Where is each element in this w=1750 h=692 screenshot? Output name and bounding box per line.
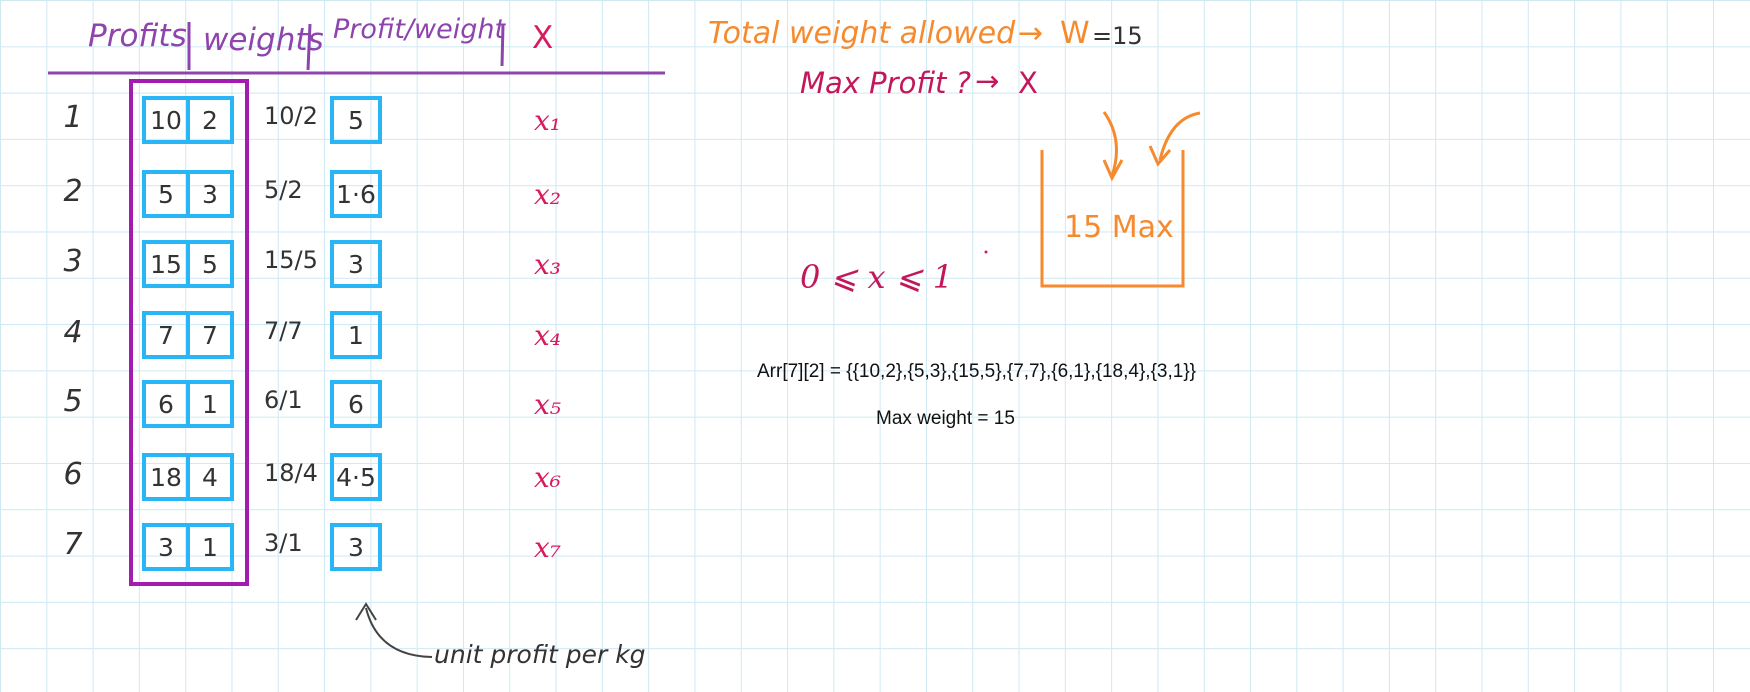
max-weight-note: Max weight = 15: [876, 408, 1015, 429]
x-variable: x₅: [534, 388, 562, 421]
constraint: 0 ⩽ x ⩽ 1: [800, 258, 954, 296]
weight-cell: 5: [186, 240, 234, 288]
diagram-lines: [48, 22, 1201, 658]
ratio-cell: 4·5: [330, 453, 382, 501]
row-index: 6: [63, 457, 83, 492]
max-profit-label: Max Profit ?: [800, 66, 972, 100]
x-variable: x₁: [534, 104, 562, 137]
profit-cell: 15: [142, 240, 190, 288]
total-weight-arrow: →: [1018, 16, 1044, 51]
ratio-fraction: 5/2: [264, 176, 303, 204]
ratio-fraction: 18/4: [264, 459, 318, 487]
unit-profit-arrow: [365, 607, 433, 658]
row-index: 4: [63, 315, 83, 350]
ratio-cell: 1: [330, 311, 382, 359]
row-index: 7: [63, 527, 83, 562]
x-variable: x₇: [534, 531, 562, 564]
weight-cell: 3: [186, 170, 234, 218]
ratio-fraction: 15/5: [264, 246, 318, 274]
ratio-cell: 6: [330, 380, 382, 428]
weight-cell: 7: [186, 311, 234, 359]
row-index: 2: [63, 174, 83, 209]
row-index: 1: [63, 100, 83, 135]
x-variable: x₂: [534, 178, 562, 211]
profit-cell: 5: [142, 170, 190, 218]
w-symbol: W: [1060, 16, 1090, 51]
x-variable: x₃: [534, 248, 562, 281]
ratio-cell: 3: [330, 523, 382, 571]
x-variable: x₄: [534, 319, 562, 352]
bag-label: 15 Max: [1064, 210, 1174, 245]
profit-cell: 10: [142, 96, 190, 144]
ratio-fraction: 7/7: [264, 317, 303, 345]
ratio-cell: 1·6: [330, 170, 382, 218]
ratio-fraction: 6/1: [264, 386, 303, 414]
row-index: 5: [63, 384, 83, 419]
array-definition: Arr[7][2] = {{10,2},{5,3},{15,5},{7,7},{…: [757, 361, 1197, 382]
ratio-fraction: 3/1: [264, 529, 303, 557]
unit-profit-note: unit profit per kg: [434, 640, 646, 669]
w-value: =15: [1092, 22, 1143, 50]
ratio-fraction: 10/2: [264, 102, 318, 130]
row-index: 3: [63, 244, 83, 279]
max-profit-x: X: [1018, 66, 1038, 100]
profit-cell: 18: [142, 453, 190, 501]
stray-dot: [984, 250, 988, 254]
header-separator: [500, 23, 505, 67]
x-variable: x₆: [534, 461, 562, 494]
weight-cell: 4: [186, 453, 234, 501]
weight-cell: 2: [186, 96, 234, 144]
weight-cell: 1: [186, 380, 234, 428]
header-separator: [306, 23, 312, 71]
weight-cell: 1: [186, 523, 234, 571]
max-profit-arrow: →: [975, 64, 1000, 98]
ratio-cell: 3: [330, 240, 382, 288]
profit-cell: 6: [142, 380, 190, 428]
ratio-cell: 5: [330, 96, 382, 144]
total-weight-label: Total weight allowed: [708, 16, 1016, 51]
profit-cell: 3: [142, 523, 190, 571]
profit-cell: 7: [142, 311, 190, 359]
arrowhead: [355, 602, 377, 621]
